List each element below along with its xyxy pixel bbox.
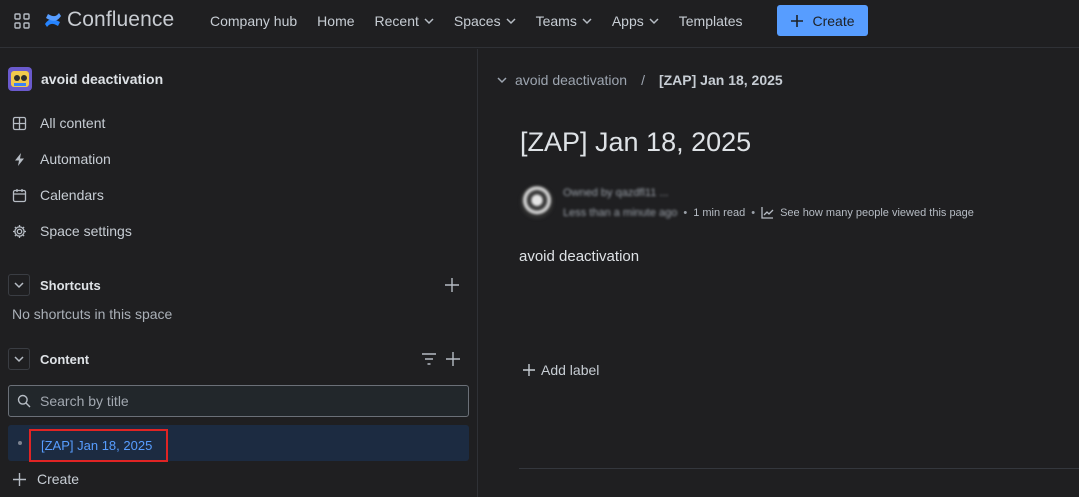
sidebar-item-all-content[interactable]: All content: [12, 115, 105, 131]
add-shortcut-icon[interactable]: [444, 277, 460, 293]
confluence-logo-icon: [45, 13, 61, 27]
breadcrumb-space-link[interactable]: avoid deactivation: [515, 72, 627, 88]
chevron-down-icon: [582, 18, 592, 25]
main-nav: Company hub Home Recent Spaces Teams App…: [200, 0, 753, 42]
confluence-logo[interactable]: Confluence: [43, 8, 174, 32]
page-tree-item[interactable]: [ZAP] Jan 18, 2025: [8, 425, 469, 462]
calendar-icon: [12, 188, 27, 202]
sidebar-create-button[interactable]: Create: [12, 471, 79, 487]
nav-templates[interactable]: Templates: [669, 0, 753, 42]
breadcrumb: avoid deactivation / [ZAP] Jan 18, 2025: [497, 72, 783, 88]
shortcuts-section-header: Shortcuts: [8, 274, 101, 296]
breadcrumb-current-page[interactable]: [ZAP] Jan 18, 2025: [659, 72, 783, 88]
meta-separator: •: [683, 206, 688, 219]
nav-home[interactable]: Home: [307, 0, 364, 42]
add-label-text: Add label: [541, 362, 600, 378]
updated-time: Less than a minute ago: [563, 206, 678, 219]
chevron-down-icon: [649, 18, 659, 25]
product-name: Confluence: [67, 8, 175, 31]
page-meta: Less than a minute ago • 1 min read • Se…: [563, 206, 974, 219]
nav-company-hub[interactable]: Company hub: [200, 0, 307, 42]
breadcrumb-separator: /: [641, 72, 645, 88]
nav-apps[interactable]: Apps: [602, 0, 669, 42]
shortcuts-title: Shortcuts: [40, 277, 101, 293]
search-icon: [17, 394, 31, 408]
sidebar-item-space-settings[interactable]: Space settings: [12, 223, 132, 239]
chevron-down-icon: [14, 282, 24, 289]
content-section-header: Content: [8, 348, 89, 370]
content-search-box: [8, 385, 469, 417]
sidebar-item-calendars[interactable]: Calendars: [12, 187, 104, 203]
nav-spaces[interactable]: Spaces: [444, 0, 526, 42]
plus-icon: [791, 14, 804, 27]
nav-recent[interactable]: Recent: [365, 0, 444, 42]
grid-icon: [12, 116, 27, 130]
plus-icon: [13, 472, 26, 486]
sidebar-item-label: Space settings: [40, 223, 132, 239]
chevron-down-icon: [506, 18, 516, 25]
sidebar-item-label: Calendars: [40, 187, 104, 203]
chevron-down-icon[interactable]: [497, 75, 507, 85]
nav-label: Spaces: [453, 13, 501, 29]
gear-icon: [13, 224, 26, 238]
nav-label: Teams: [535, 13, 577, 29]
page-content: avoid deactivation / [ZAP] Jan 18, 2025 …: [479, 49, 1079, 497]
create-button[interactable]: Create: [777, 5, 868, 36]
sidebar-item-label: All content: [40, 115, 106, 131]
page-title: [ZAP] Jan 18, 2025: [520, 127, 752, 157]
create-label: Create: [812, 12, 855, 29]
read-time: 1 min read: [693, 206, 746, 219]
space-name: avoid deactivation: [41, 71, 164, 87]
plus-icon: [523, 364, 535, 376]
meta-separator: •: [751, 206, 756, 219]
no-shortcuts-text: No shortcuts in this space: [12, 306, 173, 322]
owner-avatar[interactable]: [520, 185, 554, 219]
content-collapse-toggle[interactable]: [8, 348, 30, 370]
add-content-icon[interactable]: [445, 351, 461, 367]
page-body-text: avoid deactivation: [519, 248, 640, 265]
sidebar-item-automation[interactable]: Automation: [12, 151, 111, 167]
filter-icon[interactable]: [421, 351, 437, 367]
nav-label: Home: [317, 13, 355, 29]
content-title: Content: [40, 351, 90, 367]
nav-label: Templates: [678, 13, 743, 29]
nav-label: Apps: [611, 13, 644, 29]
page-byline: Owned by qazdfl11 ... Less than a minute…: [520, 185, 1040, 225]
add-label-button[interactable]: Add label: [522, 362, 599, 378]
nav-label: Recent: [374, 13, 419, 29]
page-tree-link[interactable]: [ZAP] Jan 18, 2025: [29, 429, 168, 462]
nav-teams[interactable]: Teams: [526, 0, 602, 42]
nav-label: Company hub: [210, 13, 298, 29]
lightning-icon: [15, 152, 24, 166]
shortcuts-collapse-toggle[interactable]: [8, 274, 30, 296]
chevron-down-icon: [14, 356, 24, 363]
space-sidebar: avoid deactivation All content Automatio…: [0, 49, 478, 497]
app-switcher-icon[interactable]: [14, 13, 30, 29]
search-by-title-input[interactable]: [40, 393, 440, 409]
page-views-link[interactable]: See how many people viewed this page: [780, 207, 974, 219]
chevron-down-icon: [424, 18, 434, 25]
sidebar-item-label: Automation: [40, 151, 111, 167]
sidebar-create-label: Create: [37, 471, 80, 487]
analytics-chart-icon: [761, 207, 774, 219]
tree-bullet: [18, 441, 22, 445]
space-avatar-icon: [8, 67, 32, 91]
space-header[interactable]: avoid deactivation: [8, 67, 163, 91]
top-navigation-bar: Confluence Company hub Home Recent Space…: [0, 0, 1079, 48]
content-divider: [519, 468, 1079, 469]
owner-text[interactable]: Owned by qazdfl11 ...: [563, 187, 669, 199]
